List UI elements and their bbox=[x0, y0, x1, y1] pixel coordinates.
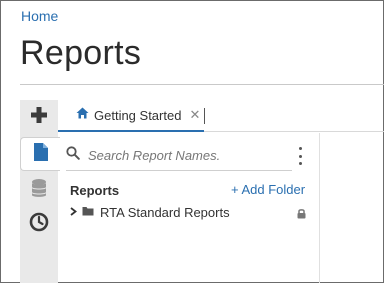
more-options-icon[interactable] bbox=[296, 147, 304, 165]
database-icon bbox=[31, 178, 47, 203]
tab-getting-started[interactable]: Getting Started ✕ bbox=[58, 100, 204, 132]
tab-label: Getting Started bbox=[94, 107, 182, 123]
plus-icon bbox=[30, 106, 48, 129]
title-divider bbox=[20, 84, 384, 85]
search-icon bbox=[66, 146, 80, 165]
close-icon[interactable]: ✕ bbox=[189, 107, 200, 123]
clock-icon bbox=[29, 212, 49, 237]
content-edge bbox=[361, 264, 381, 280]
datasources-nav-button[interactable] bbox=[20, 173, 58, 207]
schedules-nav-button[interactable] bbox=[20, 207, 58, 241]
tab-bar: Getting Started ✕ bbox=[58, 100, 384, 132]
tree-item-label: RTA Standard Reports bbox=[100, 204, 230, 220]
section-title: Reports bbox=[70, 183, 120, 198]
add-folder-link[interactable]: + Add Folder bbox=[231, 182, 305, 197]
document-icon bbox=[33, 142, 49, 167]
chevron-right-icon[interactable] bbox=[70, 203, 77, 221]
reports-panel: Reports + Add Folder RTA Standard Report… bbox=[58, 133, 320, 283]
home-icon bbox=[76, 106, 89, 124]
lock-icon bbox=[297, 206, 306, 224]
page-title: Reports bbox=[20, 34, 142, 72]
new-report-button[interactable] bbox=[20, 100, 58, 134]
search-input[interactable] bbox=[88, 148, 278, 163]
breadcrumb-home-link[interactable]: Home bbox=[21, 8, 58, 24]
search-bar bbox=[66, 141, 292, 171]
reports-nav-button[interactable] bbox=[20, 137, 60, 171]
folder-icon bbox=[82, 203, 94, 221]
tab-separator bbox=[204, 108, 205, 124]
tree-item[interactable]: RTA Standard Reports bbox=[70, 203, 306, 221]
left-rail bbox=[20, 100, 60, 283]
